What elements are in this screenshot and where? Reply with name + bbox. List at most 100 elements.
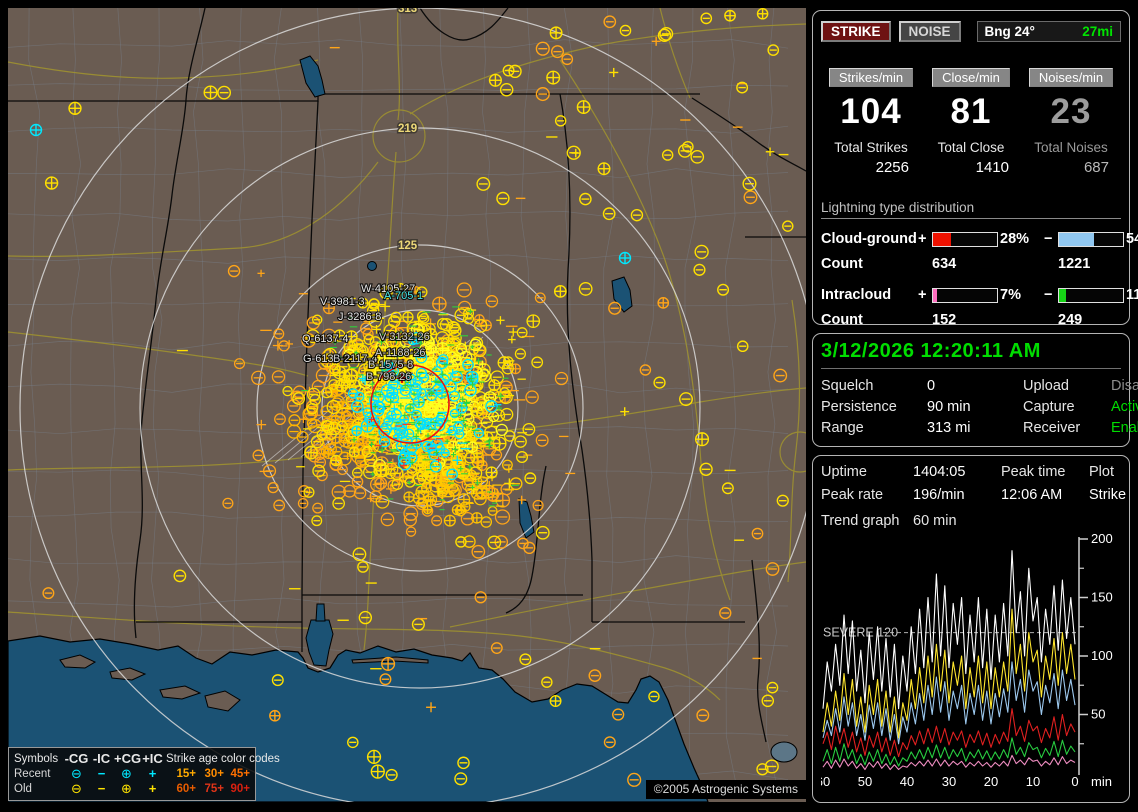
session-panel: Uptime 1404:05 Peak time Plot Peak rate … [812,455,1130,803]
svg-text:0: 0 [1071,774,1078,789]
svg-text:SEVERE 120: SEVERE 120 [823,626,898,640]
ic-plus-count: 152 [932,312,1000,328]
cg-plus-bar [932,232,998,247]
total-strikes-label: Total Strikes [821,140,921,155]
noises-per-min-button[interactable]: Noises/min [1029,68,1113,87]
total-noises-value: 687 [1021,159,1121,176]
bare-plus-symbol: + [139,767,166,780]
squelch-label: Squelch [821,378,927,394]
receiver-label: Receiver [1023,420,1111,436]
svg-text:60: 60 [821,774,830,789]
bearing-range-value: 27mi [1082,24,1113,39]
peak-time-label: Peak time [1001,464,1089,480]
svg-text:J-3286-8: J-3286-8 [338,311,381,323]
noises-per-min-value: 23 [1021,92,1121,132]
session-grid: Uptime 1404:05 Peak time Plot Peak rate … [821,464,1121,503]
trend-chart: SEVERE 120501001502006050403020100min [821,533,1121,789]
trend-graph-row: Trend graph 60 min [821,513,1121,529]
strikes-per-min-value: 104 [821,92,921,132]
upload-value: Disabled [1111,378,1138,394]
trend-graph-value: 60 min [913,513,1121,529]
bare-minus-symbol: − [89,782,114,795]
trend-graph-label: Trend graph [821,513,913,529]
peak-rate-value: 196/min [913,487,1001,503]
bare-plus-symbol: + [139,782,166,795]
plot-value: Strike [1089,487,1126,503]
svg-text:50: 50 [858,774,872,789]
strike-mode-button[interactable]: STRIKE [821,21,891,42]
ic-plus-pct: 7% [1000,287,1044,303]
cloud-ground-row: Cloud-ground + 28% − 54% [821,231,1121,247]
bearing-value: Bng 24° [985,24,1035,39]
app-window: 125219313W-4105-27A-705-1V-3981-3J-3286-… [0,0,1138,812]
svg-text:A-1188-26: A-1188-26 [375,347,426,359]
age-code-30plus: 30+ [196,768,224,780]
persistence-value: 90 min [927,399,1023,415]
noise-mode-button[interactable]: NOISE [899,21,961,42]
ic-plus-bar [932,288,998,303]
status-grid: Squelch 0 Upload Disabled Persistence 90… [821,378,1121,436]
legend-header-row: Symbols -CG -IC +CG +IC Strike age color… [14,751,250,766]
total-close-value: 1410 [921,159,1021,176]
svg-text:40: 40 [900,774,914,789]
age-code-75plus: 75+ [196,783,224,795]
cg-minus-pct: 54% [1126,231,1138,247]
receiver-value: Enabled [1111,420,1138,436]
strikes-column: Strikes/min 104 Total Strikes 2256 [821,68,921,176]
cloud-ground-label: Cloud-ground [821,231,918,247]
lightning-map[interactable]: 125219313W-4105-27A-705-1V-3981-3J-3286-… [8,8,806,802]
uptime-value: 1404:05 [913,464,1001,480]
capture-value: Active [1111,399,1138,415]
rate-columns: Strikes/min 104 Total Strikes 2256 Close… [821,68,1121,176]
bearing-readout: Bng 24° 27mi [977,21,1121,42]
circle-plus-symbol: ⊕ [114,782,139,795]
legend-row-label: Recent [14,768,64,780]
legend-header-neg-ic: -IC [89,752,114,765]
stats-panel: STRIKE NOISE Bng 24° 27mi Strikes/min 10… [812,10,1130,325]
count-label: Count [821,312,918,328]
intracloud-row: Intracloud + 7% − 11% [821,287,1121,303]
total-noises-label: Total Noises [1021,140,1121,155]
distribution-title: Lightning type distribution [821,200,1121,219]
close-per-min-value: 81 [921,92,1021,132]
ic-minus-bar [1058,288,1124,303]
noises-column: Noises/min 23 Total Noises 687 [1021,68,1121,176]
intracloud-label: Intracloud [821,287,918,303]
legend-header-symbols: Symbols [14,753,64,765]
range-value: 313 mi [927,420,1023,436]
strikes-per-min-button[interactable]: Strikes/min [829,68,913,87]
svg-text:V-3132-26: V-3132-26 [379,331,430,343]
peak-time-value: 12:06 AM [1001,487,1089,503]
legend-header-pos-cg: +CG [114,752,139,765]
minus-sign: − [1044,287,1058,303]
capture-label: Capture [1023,399,1111,415]
intracloud-count-row: Count 152 249 [821,312,1121,328]
svg-text:Q-6137-4: Q-6137-4 [302,333,348,345]
svg-text:B-798-26: B-798-26 [366,371,411,383]
map-legend: Symbols -CG -IC +CG +IC Strike age color… [8,747,256,801]
range-label: Range [821,420,927,436]
legend-row-recent: Recent ⊖−⊕+15+30+45+ [14,766,250,781]
svg-text:100: 100 [1091,648,1113,663]
close-per-min-button[interactable]: Close/min [932,68,1010,87]
cg-minus-count: 1221 [1058,256,1126,272]
svg-text:313: 313 [398,8,417,15]
mode-button-row: STRIKE NOISE Bng 24° 27mi [821,21,1121,42]
svg-text:30: 30 [942,774,956,789]
age-code-15plus: 15+ [166,768,196,780]
legend-age-title: Strike age color codes [166,753,250,765]
svg-text:A-705-1: A-705-1 [384,290,423,302]
age-code-60plus: 60+ [166,783,196,795]
circle-minus-symbol: ⊖ [64,767,89,780]
map-canvas: 125219313W-4105-27A-705-1V-3981-3J-3286-… [8,8,806,802]
status-panel: 3/12/2026 12:20:11 AM Squelch 0 Upload D… [812,333,1130,447]
uptime-label: Uptime [821,464,913,480]
cg-plus-count: 634 [932,256,1000,272]
legend-header-pos-ic: +IC [139,752,166,765]
total-strikes-value: 2256 [821,159,921,176]
age-code-45plus: 45+ [224,768,250,780]
cloud-ground-count-row: Count 634 1221 [821,256,1121,272]
legend-row-old: Old ⊖−⊕+60+75+90+ [14,781,250,796]
svg-text:B-1575-8: B-1575-8 [368,359,413,371]
cg-minus-bar [1058,232,1124,247]
